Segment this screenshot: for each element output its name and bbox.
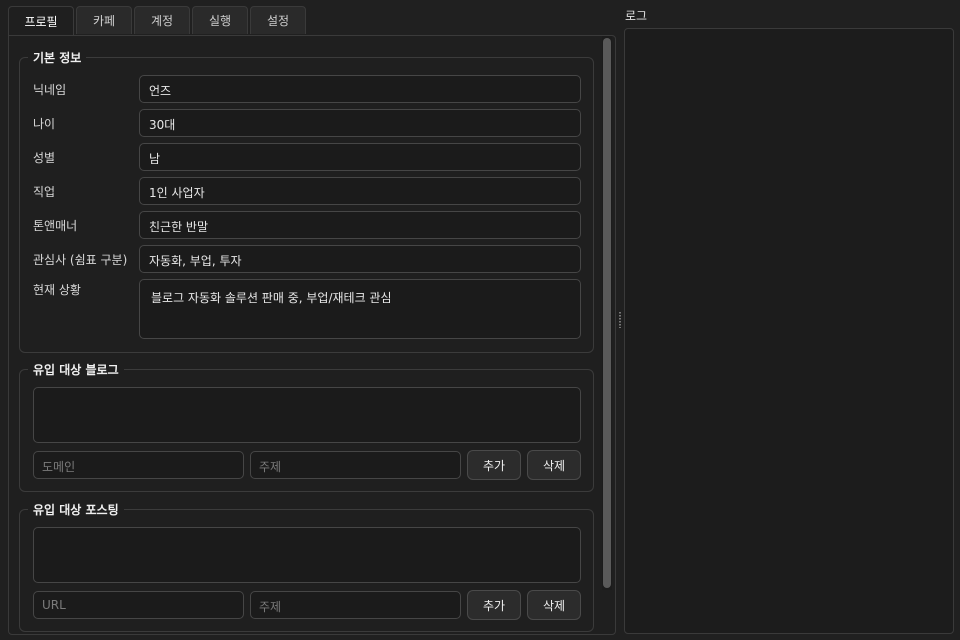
age-label: 나이 bbox=[33, 117, 56, 131]
tone-label: 톤앤매너 bbox=[33, 219, 78, 233]
splitter-handle[interactable] bbox=[616, 0, 624, 640]
tab-bar: 프로필 카페 계정 실행 설정 bbox=[8, 6, 306, 36]
blog-add-button[interactable]: 추가 bbox=[467, 450, 521, 480]
gender-row: 성별 남 bbox=[20, 143, 593, 171]
age-field[interactable]: 30대 bbox=[139, 109, 581, 137]
blog-topic-input[interactable]: 주제 bbox=[250, 451, 461, 479]
basic-info-group: 기본 정보 닉네임 언즈 나이 30대 성별 남 직업 1인 사업자 톤앤매너 … bbox=[19, 49, 594, 353]
grip-icon bbox=[619, 312, 621, 328]
interests-field[interactable]: 자동화, 부업, 투자 bbox=[139, 245, 581, 273]
posting-add-button[interactable]: 추가 bbox=[467, 590, 521, 620]
job-field[interactable]: 1인 사업자 bbox=[139, 177, 581, 205]
tone-field[interactable]: 친근한 반말 bbox=[139, 211, 581, 239]
nickname-row: 닉네임 언즈 bbox=[20, 75, 593, 103]
blog-delete-button[interactable]: 삭제 bbox=[527, 450, 581, 480]
gender-field[interactable]: 남 bbox=[139, 143, 581, 171]
nickname-field[interactable]: 언즈 bbox=[139, 75, 581, 103]
tone-row: 톤앤매너 친근한 반말 bbox=[20, 211, 593, 239]
interests-label: 관심사 (쉼표 구분) bbox=[33, 253, 128, 267]
posting-delete-button[interactable]: 삭제 bbox=[527, 590, 581, 620]
tab-account[interactable]: 계정 bbox=[134, 6, 190, 34]
profile-panel: 기본 정보 닉네임 언즈 나이 30대 성별 남 직업 1인 사업자 톤앤매너 … bbox=[8, 35, 616, 635]
situation-textarea[interactable]: 블로그 자동화 솔루션 판매 중, 부업/재테크 관심 bbox=[139, 279, 581, 339]
target-posting-group: 유입 대상 포스팅 URL 주제 추가 삭제 bbox=[19, 501, 594, 632]
tab-cafe[interactable]: 카페 bbox=[76, 6, 132, 34]
log-textarea[interactable] bbox=[624, 28, 954, 634]
blog-list[interactable] bbox=[33, 387, 581, 443]
nickname-label: 닉네임 bbox=[33, 83, 67, 97]
target-blog-group: 유입 대상 블로그 도메인 주제 추가 삭제 bbox=[19, 361, 594, 492]
job-row: 직업 1인 사업자 bbox=[20, 177, 593, 205]
job-label: 직업 bbox=[33, 185, 56, 199]
situation-label: 현재 상황 bbox=[33, 283, 81, 297]
tab-settings[interactable]: 설정 bbox=[250, 6, 306, 34]
interests-row: 관심사 (쉼표 구분) 자동화, 부업, 투자 bbox=[20, 245, 593, 273]
blog-domain-input[interactable]: 도메인 bbox=[33, 451, 244, 479]
target-blog-title: 유입 대상 블로그 bbox=[28, 361, 124, 378]
basic-info-title: 기본 정보 bbox=[28, 49, 87, 66]
panel-scrollbar[interactable] bbox=[602, 36, 612, 590]
tab-profile[interactable]: 프로필 bbox=[8, 6, 74, 36]
target-posting-title: 유입 대상 포스팅 bbox=[28, 501, 124, 518]
posting-url-input[interactable]: URL bbox=[33, 591, 244, 619]
posting-list[interactable] bbox=[33, 527, 581, 583]
posting-topic-input[interactable]: 주제 bbox=[250, 591, 461, 619]
gender-label: 성별 bbox=[33, 151, 56, 165]
tab-run[interactable]: 실행 bbox=[192, 6, 248, 34]
log-label: 로그 bbox=[625, 9, 648, 23]
scrollbar-thumb[interactable] bbox=[603, 38, 611, 588]
age-row: 나이 30대 bbox=[20, 109, 593, 137]
